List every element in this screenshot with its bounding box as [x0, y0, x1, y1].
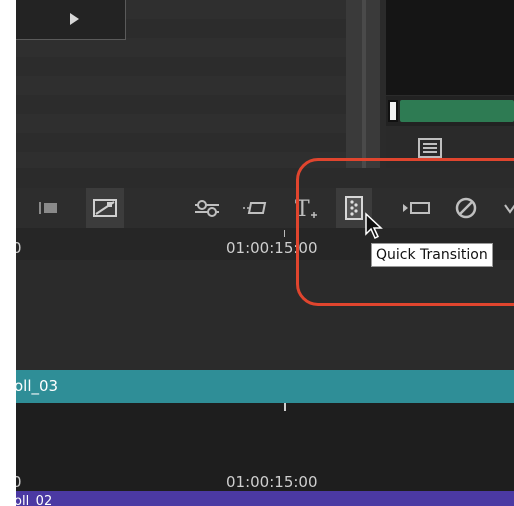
highlight-box [296, 158, 514, 306]
track-name: oll_03 [16, 377, 59, 395]
clip-icon[interactable] [30, 188, 66, 228]
slate-icon[interactable] [236, 188, 272, 228]
tooltip: Quick Transition [371, 243, 493, 267]
scrub-bar[interactable] [400, 100, 514, 122]
playhead-handle[interactable] [388, 100, 398, 122]
track-ruler-timecode: 01:00:15:00 [226, 473, 318, 491]
panel-divider-line [362, 0, 366, 168]
track-header[interactable] [16, 370, 514, 403]
track-body: 0 01:00:15:00 [16, 403, 514, 493]
mouse-cursor-icon [365, 212, 383, 240]
play-icon [70, 13, 79, 25]
track-ruler-tick [284, 403, 286, 411]
viewer [386, 0, 514, 95]
sliders-icon[interactable] [188, 188, 226, 228]
bottom-track-name: oll_02 [16, 494, 53, 506]
track-ruler-start-label: 0 [16, 473, 22, 491]
ruler-tick [284, 230, 285, 237]
bottom-track-header[interactable] [16, 491, 514, 506]
dynamic-zoom-icon[interactable] [86, 188, 124, 228]
ruler-start-label: 0 [16, 239, 22, 257]
list-icon[interactable] [418, 138, 442, 158]
